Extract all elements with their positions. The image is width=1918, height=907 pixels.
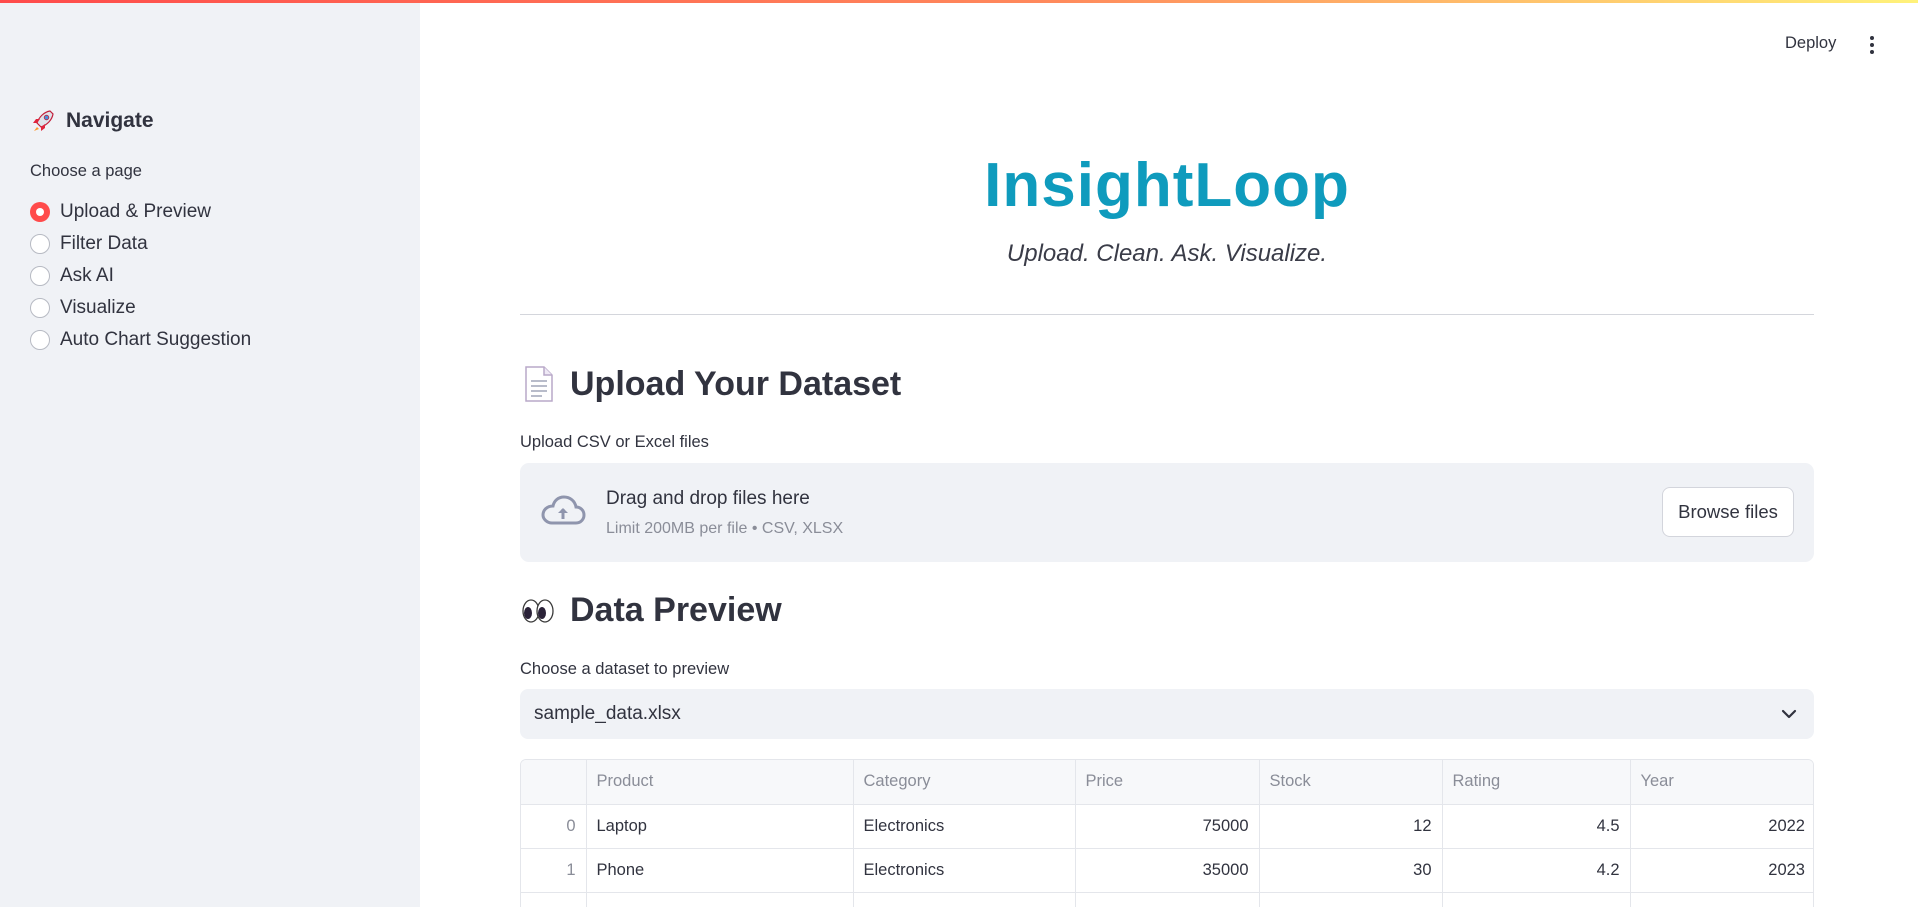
radio-button[interactable] (30, 234, 50, 254)
divider (520, 314, 1814, 315)
radio-button[interactable] (30, 298, 50, 318)
preview-heading-text: Data Preview (570, 590, 782, 629)
cell-price[interactable] (1075, 892, 1260, 907)
page-radio-group: Upload & Preview Filter Data Ask AI Visu… (30, 196, 251, 356)
preview-section-heading: Data Preview (520, 590, 782, 630)
chevron-down-icon[interactable] (1780, 705, 1798, 723)
main-content: InsightLoop Upload. Clean. Ask. Visualiz… (520, 0, 1814, 907)
row-index: 1 (521, 848, 587, 893)
cell-rating[interactable]: 4.2 (1442, 848, 1631, 893)
column-header-index[interactable] (521, 760, 587, 805)
browse-files-button[interactable]: Browse files (1662, 487, 1794, 537)
file-dropzone[interactable]: Drag and drop files here Limit 200MB per… (520, 463, 1814, 562)
cloud-upload-icon (541, 495, 586, 525)
cell-category[interactable] (853, 892, 1076, 907)
cell-year[interactable]: 2022 (1630, 804, 1813, 849)
app-subtitle: Upload. Clean. Ask. Visualize. (1006, 240, 1328, 267)
cell-year[interactable] (1630, 892, 1813, 907)
radio-label: Ask AI (60, 265, 114, 286)
upload-section-heading: Upload Your Dataset (520, 364, 901, 404)
column-header-price[interactable]: Price (1075, 760, 1260, 805)
selected-dataset: sample_data.xlsx (534, 703, 681, 724)
radio-ask-ai[interactable]: Ask AI (30, 260, 251, 292)
radio-label: Visualize (60, 297, 136, 318)
cell-rating[interactable] (1442, 892, 1631, 907)
cell-price[interactable]: 35000 (1075, 848, 1260, 893)
rocket-icon (33, 110, 54, 131)
upload-heading-text: Upload Your Dataset (570, 364, 902, 403)
more-options-icon[interactable] (1866, 34, 1878, 56)
radio-filter-data[interactable]: Filter Data (30, 228, 251, 260)
dropzone-limit-text: Limit 200MB per file • CSV, XLSX (606, 520, 844, 537)
radio-label: Auto Chart Suggestion (60, 329, 252, 350)
column-header-year[interactable]: Year (1630, 760, 1813, 805)
radio-button[interactable] (30, 266, 50, 286)
cell-category[interactable]: Electronics (853, 804, 1076, 849)
cell-rating[interactable]: 4.5 (1442, 804, 1631, 849)
dropzone-title: Drag and drop files here (606, 488, 810, 509)
cell-stock[interactable]: 30 (1259, 848, 1443, 893)
radio-auto-chart-suggestion[interactable]: Auto Chart Suggestion (30, 324, 251, 356)
page-radio-label: Choose a page (30, 162, 142, 180)
radio-label: Filter Data (60, 233, 148, 254)
cell-product[interactable]: Laptop (586, 804, 854, 849)
app-title: InsightLoop (984, 151, 1350, 220)
file-uploader-label: Upload CSV or Excel files (520, 433, 709, 451)
column-header-stock[interactable]: Stock (1259, 760, 1443, 805)
radio-visualize[interactable]: Visualize (30, 292, 251, 324)
top-decoration-bar (0, 0, 1918, 3)
table-row (521, 892, 1813, 907)
eyes-icon (522, 599, 554, 623)
radio-button[interactable] (30, 330, 50, 350)
sidebar: Navigate Choose a page Upload & Preview … (0, 0, 420, 907)
cell-product[interactable] (586, 892, 854, 907)
cell-category[interactable]: Electronics (853, 848, 1076, 893)
row-index: 0 (521, 804, 587, 849)
dataset-select-label: Choose a dataset to preview (520, 660, 730, 678)
radio-button-selected[interactable] (30, 202, 50, 222)
sidebar-header: Navigate (30, 108, 154, 134)
column-header-category[interactable]: Category (853, 760, 1076, 805)
radio-upload-preview[interactable]: Upload & Preview (30, 196, 251, 228)
column-header-product[interactable]: Product (586, 760, 854, 805)
cell-product[interactable]: Phone (586, 848, 854, 893)
radio-label: Upload & Preview (60, 201, 212, 222)
document-icon (525, 366, 553, 402)
column-header-rating[interactable]: Rating (1442, 760, 1631, 805)
dataset-selectbox[interactable]: sample_data.xlsx (520, 689, 1814, 739)
sidebar-header-text: Navigate (66, 109, 154, 132)
table-row: 0 Laptop Electronics 75000 12 4.5 2022 (521, 804, 1813, 849)
cell-stock[interactable] (1259, 892, 1443, 907)
cell-stock[interactable]: 12 (1259, 804, 1443, 849)
data-preview-table[interactable]: Product Category Price Stock Rating Year… (520, 759, 1814, 907)
table-header-row: Product Category Price Stock Rating Year (521, 760, 1813, 805)
cell-price[interactable]: 75000 (1075, 804, 1260, 849)
table-row: 1 Phone Electronics 35000 30 4.2 2023 (521, 848, 1813, 893)
cell-year[interactable]: 2023 (1630, 848, 1813, 893)
row-index (521, 892, 587, 907)
